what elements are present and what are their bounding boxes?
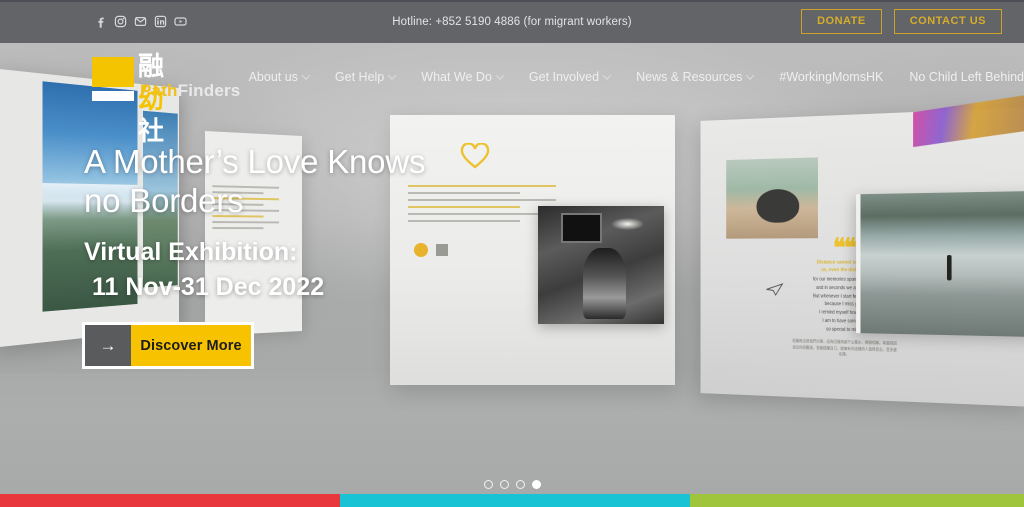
nav-item-get-help[interactable]: Get Help <box>334 70 397 84</box>
carousel-dot-2[interactable] <box>499 480 509 489</box>
quote-chinese: 距離無法將我們分開，因為回憶跨越千山萬水，瞬間相聯。每當我因思念你而難過，我會提… <box>792 338 897 357</box>
chevron-down-icon <box>602 71 612 80</box>
nav-label: Get Involved <box>528 70 600 84</box>
chevron-down-icon <box>301 71 311 80</box>
nav-label: Get Help <box>334 70 385 84</box>
nav-label: News & Resources <box>636 70 743 84</box>
nav-item-get-involved[interactable]: Get Involved <box>528 70 612 84</box>
utility-actions: DONATE CONTACT US <box>801 0 1002 43</box>
logo-white-bar <box>92 91 134 101</box>
nav-item-news-resources[interactable]: News & Resources <box>636 70 755 84</box>
carousel-dot-4[interactable] <box>531 480 541 489</box>
discover-more-label: Discover More <box>131 325 251 366</box>
primary-nav: About us Get Help What We Do Get Involve… <box>249 70 1024 84</box>
hero-headline: A Mother’s Love Knows no Borders <box>84 143 425 221</box>
nav-item-what-we-do[interactable]: What We Do <box>421 70 505 84</box>
main-header: 融幼社 PathFinders About us Get Help What W… <box>0 43 1024 147</box>
arrow-right-icon: → <box>85 325 131 366</box>
nav-label: #WorkingMomsHK <box>779 70 884 84</box>
paper-plane-icon <box>766 283 784 296</box>
donate-button[interactable]: DONATE <box>801 9 882 34</box>
nav-label: What We Do <box>421 70 492 84</box>
logo-yellow-square <box>92 57 134 87</box>
logo-cn-char-3: 社 <box>138 117 166 147</box>
logo-word-finders: Finders <box>177 81 241 100</box>
nav-item-about-us[interactable]: About us <box>248 70 311 84</box>
bottom-color-bar <box>0 494 1024 507</box>
nav-item-workingmomshk[interactable]: #WorkingMomsHK <box>779 70 883 84</box>
nav-label: About us <box>248 70 298 84</box>
hero-subheadline: Virtual Exhibition: 11 Nov-31 Dec 2022 <box>84 235 425 306</box>
photo-lamp-glow <box>611 217 644 230</box>
gallery-wall-right: ❝❝ Distance cannot separate us, even the… <box>700 95 1024 407</box>
exhibit-photo-mother-child <box>538 206 664 324</box>
utility-bar: Hotline: +852 5190 4886 (for migrant wor… <box>0 0 1024 43</box>
color-segment-cyan <box>340 494 690 507</box>
heart-icon <box>460 143 490 169</box>
logo-cn-char-1: 融 <box>138 52 166 82</box>
chevron-down-icon <box>746 71 755 80</box>
instagram-icon[interactable] <box>114 15 127 28</box>
color-segment-red <box>0 494 340 507</box>
carousel-dot-1[interactable] <box>483 480 493 489</box>
site-logo[interactable]: 融幼社 PathFinders <box>78 51 240 147</box>
discover-more-button[interactable]: → Discover More <box>82 322 254 369</box>
youtube-icon[interactable] <box>174 15 187 28</box>
exhibit-photo-umbrella <box>726 157 818 239</box>
contact-us-button[interactable]: CONTACT US <box>893 9 1002 34</box>
color-segment-green <box>690 494 1024 507</box>
page-root: ❝❝ Distance cannot separate us, even the… <box>0 0 1024 507</box>
hero-headline-line2: no Borders <box>84 181 244 219</box>
carousel-dot-3[interactable] <box>515 480 525 489</box>
linkedin-icon[interactable] <box>154 15 167 28</box>
social-links <box>94 15 187 28</box>
exhibit-logo-block <box>436 244 448 256</box>
email-icon[interactable] <box>134 15 147 28</box>
hero-headline-line1: A Mother’s Love Knows <box>84 143 426 180</box>
chevron-down-icon <box>495 71 505 80</box>
hero-copy: A Mother’s Love Knows no Borders Virtual… <box>84 143 425 306</box>
facebook-icon[interactable] <box>94 15 107 28</box>
carousel-pagination <box>0 480 1024 489</box>
exhibit-photo-beach <box>856 190 1024 338</box>
logo-wordmark: PathFinders <box>140 81 240 101</box>
logo-word-path: Path <box>140 81 178 100</box>
chevron-down-icon <box>388 71 397 80</box>
nav-label: No Child Left Behind <box>909 70 1024 84</box>
nav-item-no-child-left-behind[interactable]: No Child Left Behind <box>909 70 1024 84</box>
hero-subhead-line1: Virtual Exhibition: <box>84 237 298 266</box>
hero-subhead-line2: 11 Nov-31 Dec 2022 <box>92 273 325 302</box>
